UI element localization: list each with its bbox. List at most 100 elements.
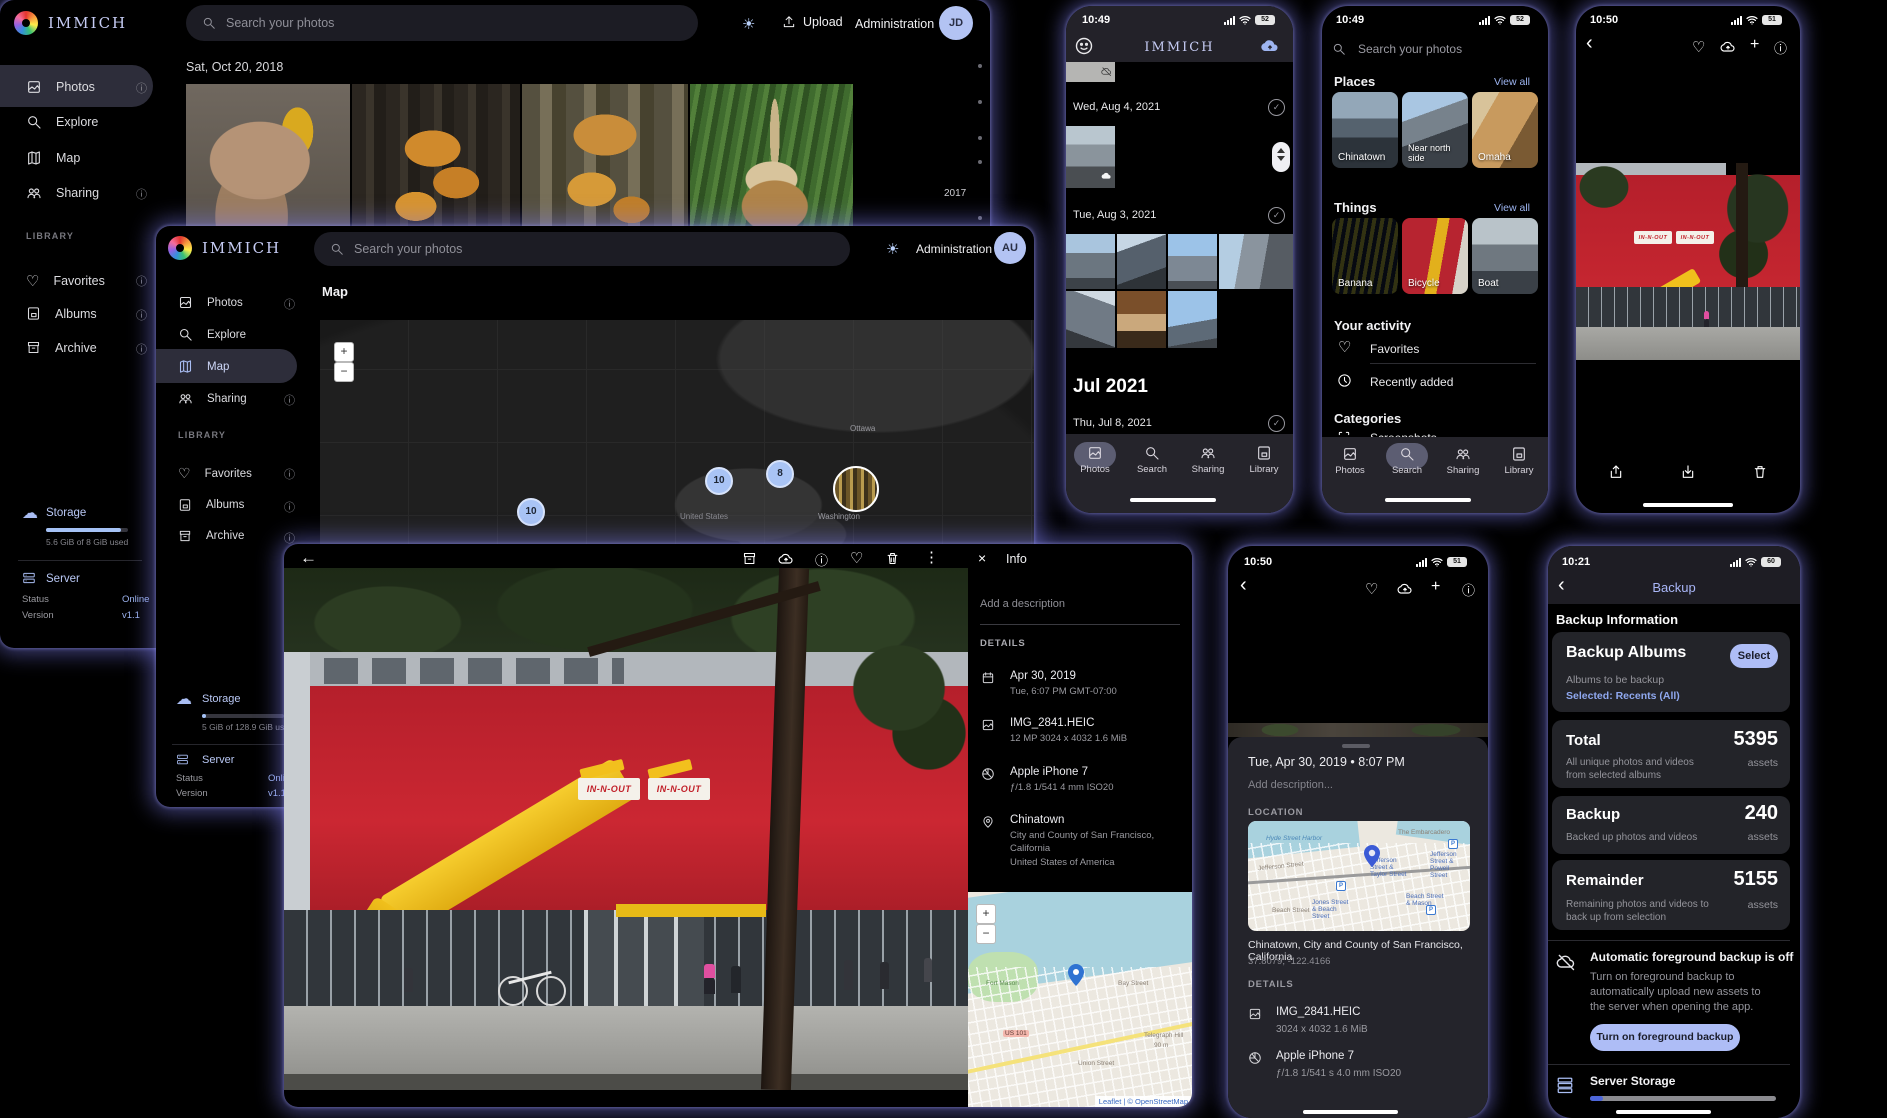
thing-card[interactable]: Bicycle bbox=[1402, 218, 1468, 294]
favorite-button[interactable]: ♡ bbox=[850, 549, 863, 567]
sidebar-item-explore[interactable]: Explore bbox=[26, 114, 98, 130]
add-description-field[interactable]: Add description... bbox=[1248, 779, 1333, 791]
place-card[interactable]: Near north side bbox=[1402, 92, 1468, 168]
timeline-scrubber-handle[interactable] bbox=[1272, 142, 1290, 172]
sidebar-item-favorites[interactable]: ♡ Favorites bbox=[178, 465, 252, 482]
photo-thumbnail[interactable] bbox=[1066, 62, 1115, 82]
nav-item-sharing[interactable]: Sharing bbox=[1180, 445, 1236, 475]
back-button[interactable]: ‹ bbox=[1586, 32, 1593, 55]
select-all-checkbox[interactable]: ✓ bbox=[1268, 207, 1285, 224]
map-cluster-marker[interactable]: 10 bbox=[517, 498, 545, 526]
sidebar-item-explore[interactable]: Explore bbox=[178, 327, 246, 342]
nav-item-sharing[interactable]: Sharing bbox=[1435, 446, 1491, 476]
favorite-button[interactable]: ♡ bbox=[1692, 38, 1705, 56]
sidebar-item-favorites[interactable]: ♡ Favorites bbox=[26, 272, 105, 290]
more-options-button[interactable]: ⋮ bbox=[924, 548, 939, 566]
map-zoom-in-button[interactable]: + bbox=[334, 342, 354, 362]
user-avatar[interactable]: AU bbox=[994, 232, 1026, 264]
photo-viewer-image[interactable] bbox=[1228, 723, 1488, 737]
info-button[interactable]: ⓘ bbox=[1774, 38, 1787, 57]
home-indicator[interactable] bbox=[1643, 503, 1733, 507]
thing-card[interactable]: Boat bbox=[1472, 218, 1538, 294]
search-input[interactable]: Search your photos bbox=[314, 232, 850, 266]
sidebar-item-photos[interactable]: Photos bbox=[26, 79, 95, 95]
back-button[interactable]: ← bbox=[300, 548, 317, 568]
immich-logo[interactable]: IMMICH bbox=[14, 11, 127, 35]
back-button[interactable]: ‹ bbox=[1240, 574, 1247, 597]
nav-item-photos[interactable]: Photos bbox=[1067, 445, 1123, 475]
photo-thumbnail[interactable] bbox=[1168, 234, 1217, 289]
theme-toggle-button[interactable]: ☀ bbox=[742, 15, 755, 33]
photo-viewer-image[interactable]: IN-N-OUT IN-N-OUT bbox=[1576, 163, 1800, 360]
info-icon[interactable]: ⓘ bbox=[284, 296, 295, 312]
map-cluster-marker[interactable]: 8 bbox=[766, 460, 794, 488]
places-view-all-link[interactable]: View all bbox=[1494, 76, 1530, 88]
immich-logo[interactable]: IMMICH bbox=[168, 236, 281, 260]
map-cluster-marker[interactable]: 10 bbox=[705, 467, 733, 495]
drag-handle[interactable] bbox=[1342, 744, 1370, 748]
cloud-upload-button[interactable] bbox=[1720, 39, 1736, 55]
sidebar-item-archive[interactable]: Archive bbox=[26, 340, 97, 355]
nav-item-search[interactable]: Search bbox=[1124, 445, 1180, 475]
nav-item-library[interactable]: Library bbox=[1491, 446, 1547, 476]
place-card[interactable]: Chinatown bbox=[1332, 92, 1398, 168]
close-icon[interactable]: × bbox=[978, 550, 986, 566]
nav-item-search[interactable]: Search bbox=[1379, 446, 1435, 476]
favorites-item[interactable]: Favorites bbox=[1370, 342, 1419, 356]
info-icon[interactable]: ⓘ bbox=[284, 466, 295, 482]
map-zoom-in-button[interactable]: + bbox=[976, 904, 996, 924]
photo-thumbnail[interactable] bbox=[1117, 234, 1166, 289]
select-all-checkbox[interactable]: ✓ bbox=[1268, 415, 1285, 432]
add-description-field[interactable]: Add a description bbox=[980, 598, 1065, 610]
map-photo-marker[interactable] bbox=[833, 466, 879, 512]
sidebar-item-archive[interactable]: Archive bbox=[178, 529, 244, 543]
search-input[interactable]: Search your photos bbox=[1332, 42, 1462, 56]
backup-cloud-icon[interactable] bbox=[1260, 36, 1280, 61]
location-map[interactable]: Hyde Street Harbor The Embarcadero Jeffe… bbox=[1248, 821, 1470, 931]
search-input[interactable]: Search your photos bbox=[186, 5, 698, 41]
map-zoom-out-button[interactable]: − bbox=[334, 362, 354, 382]
place-card[interactable]: Omaha bbox=[1472, 92, 1538, 168]
nav-item-library[interactable]: Library bbox=[1236, 445, 1292, 475]
photo-thumbnail[interactable] bbox=[1066, 234, 1115, 289]
delete-button[interactable] bbox=[885, 551, 900, 566]
share-button[interactable] bbox=[1608, 464, 1624, 480]
theme-toggle-button[interactable]: ☀ bbox=[886, 240, 899, 258]
info-button[interactable]: ⓘ bbox=[815, 550, 828, 569]
sidebar-item-albums[interactable]: Albums bbox=[178, 498, 244, 512]
cloud-upload-button[interactable] bbox=[1397, 581, 1413, 597]
administration-link[interactable]: Administration bbox=[855, 17, 934, 31]
info-button[interactable]: ⓘ bbox=[1462, 580, 1475, 599]
info-icon[interactable]: ⓘ bbox=[284, 499, 295, 515]
nav-item-photos[interactable]: Photos bbox=[1322, 446, 1378, 476]
photo-thumbnail[interactable] bbox=[1066, 126, 1115, 188]
sidebar-item-sharing[interactable]: Sharing bbox=[26, 185, 99, 201]
add-to-album-button[interactable]: + bbox=[1431, 578, 1440, 596]
info-icon[interactable]: ⓘ bbox=[136, 186, 147, 202]
select-all-checkbox[interactable]: ✓ bbox=[1268, 99, 1285, 116]
sidebar-item-sharing[interactable]: Sharing bbox=[178, 391, 247, 406]
info-icon[interactable]: ⓘ bbox=[136, 80, 147, 96]
photo-thumbnail[interactable] bbox=[1168, 291, 1217, 348]
sidebar-item-map[interactable]: Map bbox=[26, 150, 80, 166]
photo-thumbnail[interactable] bbox=[1117, 291, 1166, 348]
home-indicator[interactable] bbox=[1130, 498, 1216, 502]
map-zoom-out-button[interactable]: − bbox=[976, 924, 996, 944]
turn-on-backup-button[interactable]: Turn on foreground backup bbox=[1590, 1024, 1740, 1051]
user-avatar[interactable]: JD bbox=[939, 6, 973, 40]
recently-added-item[interactable]: Recently added bbox=[1370, 375, 1453, 389]
info-icon[interactable]: ⓘ bbox=[136, 273, 147, 289]
info-icon[interactable]: ⓘ bbox=[284, 392, 295, 408]
thing-card[interactable]: Banana bbox=[1332, 218, 1398, 294]
photo-thumbnail[interactable] bbox=[1219, 234, 1293, 289]
cloud-upload-button[interactable] bbox=[778, 551, 794, 567]
administration-link[interactable]: Administration bbox=[916, 242, 992, 256]
info-icon[interactable]: ⓘ bbox=[136, 341, 147, 357]
sidebar-item-albums[interactable]: Albums bbox=[26, 306, 97, 321]
archive-button[interactable] bbox=[1680, 464, 1696, 480]
favorite-button[interactable]: ♡ bbox=[1365, 580, 1378, 598]
add-to-album-button[interactable]: + bbox=[1750, 36, 1759, 54]
home-indicator[interactable] bbox=[1385, 498, 1471, 502]
home-indicator[interactable] bbox=[1616, 1110, 1711, 1114]
location-minimap[interactable]: Fort Mason Bay Street US 101 Union Stree… bbox=[968, 892, 1192, 1107]
